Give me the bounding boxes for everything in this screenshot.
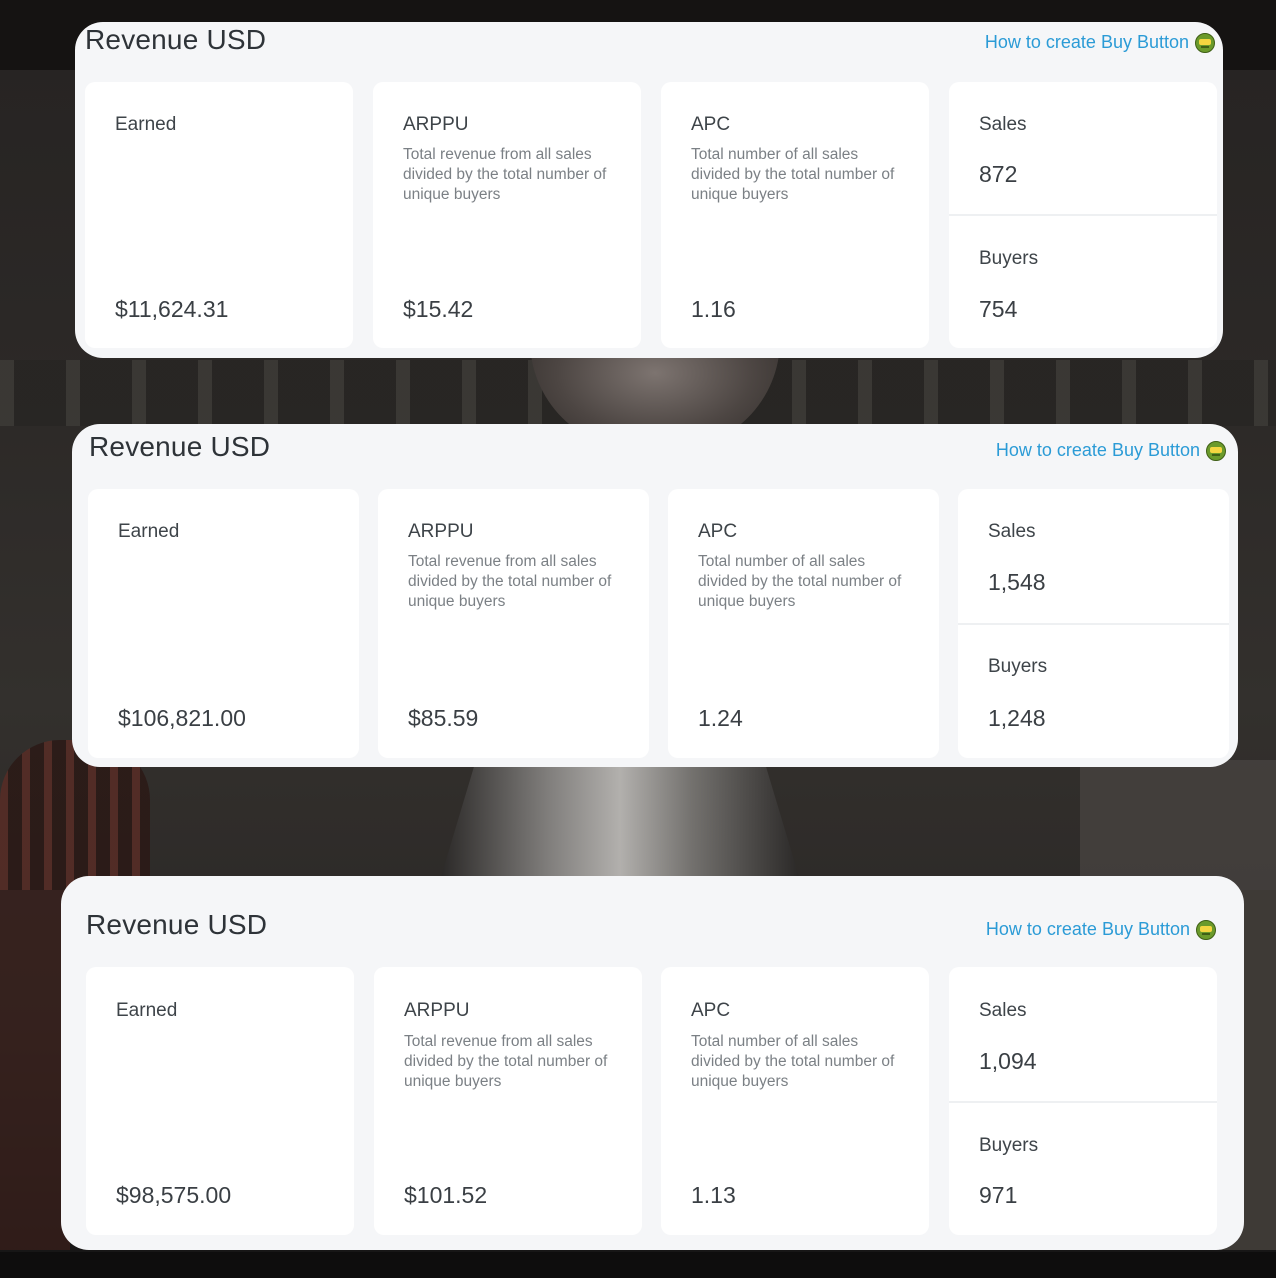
sales-value: 1,094 [979, 1048, 1037, 1074]
earned-value: $98,575.00 [116, 1182, 232, 1208]
panel-title: Revenue USD [86, 909, 268, 940]
panel-title: Revenue USD [89, 431, 271, 462]
revenue-panel: Revenue USD How to create Buy Button Ear… [72, 424, 1238, 767]
apc-value: 1.24 [698, 705, 743, 731]
robot-face-icon [1206, 440, 1226, 461]
sales-value: 1,548 [988, 569, 1046, 595]
card-divider [949, 1101, 1217, 1103]
buyers-value: 1,248 [988, 705, 1046, 731]
sales-buyers-card: Sales 872 Buyers 754 [949, 82, 1217, 348]
how-to-create-buy-button-link[interactable]: How to create Buy Button [985, 32, 1215, 53]
arppu-value: $85.59 [408, 705, 479, 731]
sales-buyers-card: Sales 1,548 Buyers 1,248 [958, 489, 1229, 758]
buyers-label: Buyers [988, 656, 1048, 677]
help-link-label: How to create Buy Button [985, 919, 1190, 939]
earned-label: Earned [116, 1000, 178, 1021]
sales-buyers-card: Sales 1,094 Buyers 971 [949, 967, 1217, 1235]
sales-label: Sales [979, 1000, 1027, 1021]
arppu-value: $101.52 [404, 1182, 488, 1208]
revenue-panel: Revenue USD How to create Buy Button Ear… [75, 22, 1223, 358]
arppu-card: ARPPU Total revenue from all sales divid… [374, 967, 642, 1235]
arppu-value: $15.42 [403, 296, 474, 322]
apc-value: 1.16 [691, 296, 736, 322]
apc-label: APC [698, 521, 738, 542]
arppu-description: Total revenue from all sales divided by … [404, 1033, 608, 1090]
arppu-description: Total revenue from all sales divided by … [403, 146, 607, 203]
apc-value: 1.13 [691, 1182, 736, 1208]
apc-description: Total number of all sales divided by the… [698, 553, 902, 610]
sales-label: Sales [979, 114, 1027, 135]
sales-value: 872 [979, 161, 1018, 187]
earned-label: Earned [115, 114, 177, 135]
robot-face-icon [1195, 32, 1215, 53]
how-to-create-buy-button-link[interactable]: How to create Buy Button [986, 919, 1216, 940]
apc-description: Total number of all sales divided by the… [691, 1033, 895, 1090]
panel-title: Revenue USD [85, 24, 267, 55]
earned-value: $11,624.31 [115, 296, 229, 322]
earned-card: Earned $11,624.31 [85, 82, 353, 348]
apc-description: Total number of all sales divided by the… [691, 146, 895, 203]
sales-label: Sales [988, 521, 1036, 542]
arppu-label: ARPPU [408, 521, 474, 542]
apc-card: APC Total number of all sales divided by… [661, 967, 929, 1235]
arppu-label: ARPPU [404, 1000, 470, 1021]
buyers-label: Buyers [979, 248, 1039, 269]
arppu-card: ARPPU Total revenue from all sales divid… [378, 489, 649, 758]
card-divider [949, 214, 1217, 216]
arppu-card: ARPPU Total revenue from all sales divid… [373, 82, 641, 348]
revenue-panel: Revenue USD How to create Buy Button Ear… [61, 876, 1244, 1250]
card-divider [958, 623, 1229, 625]
robot-face-icon [1196, 919, 1216, 940]
earned-card: Earned $98,575.00 [86, 967, 354, 1235]
apc-card: APC Total number of all sales divided by… [661, 82, 929, 348]
apc-label: APC [691, 1000, 731, 1021]
earned-value: $106,821.00 [118, 705, 246, 731]
help-link-label: How to create Buy Button [984, 32, 1189, 52]
buyers-label: Buyers [979, 1135, 1039, 1156]
buyers-value: 971 [979, 1182, 1018, 1208]
help-link-label: How to create Buy Button [995, 440, 1200, 460]
arppu-label: ARPPU [403, 114, 469, 135]
apc-card: APC Total number of all sales divided by… [668, 489, 939, 758]
apc-label: APC [691, 114, 731, 135]
earned-card: Earned $106,821.00 [88, 489, 359, 758]
earned-label: Earned [118, 521, 180, 542]
buyers-value: 754 [979, 296, 1018, 322]
how-to-create-buy-button-link[interactable]: How to create Buy Button [996, 440, 1226, 461]
arppu-description: Total revenue from all sales divided by … [408, 553, 612, 610]
